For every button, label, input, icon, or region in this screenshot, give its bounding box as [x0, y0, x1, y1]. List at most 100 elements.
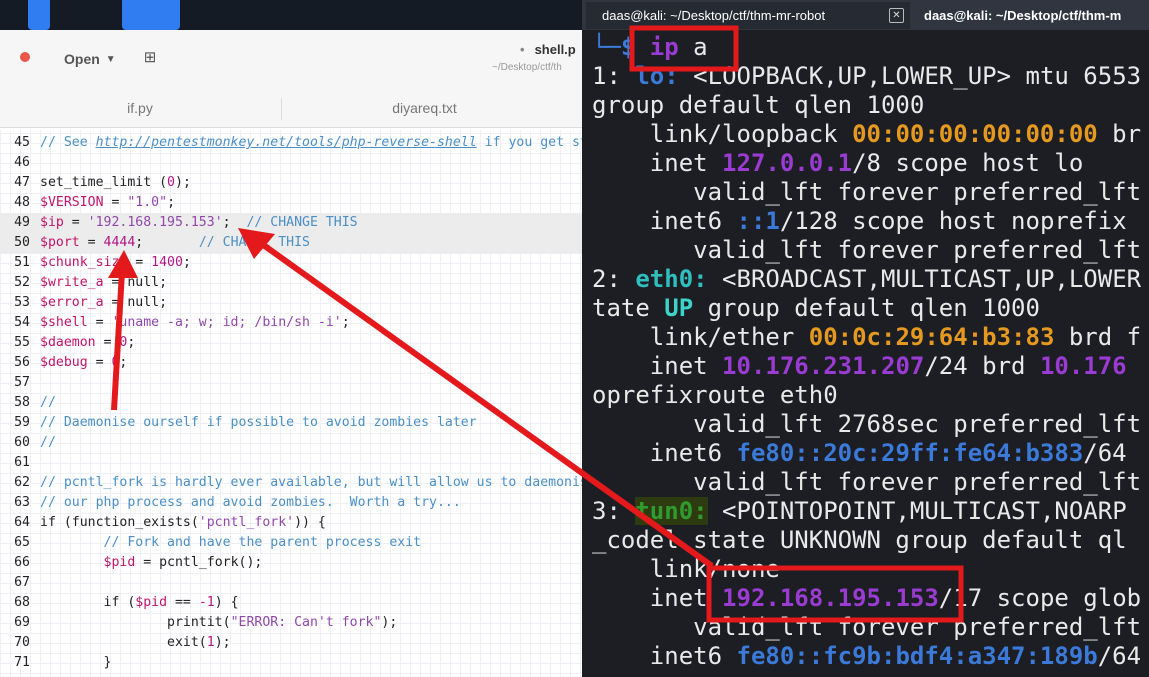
terminal-token: <POINTOPOINT,MULTICAST,NOARP	[707, 497, 1127, 525]
terminal-tab-1[interactable]: daas@kali: ~/Desktop/ctf/thm-mr-robot ✕	[586, 2, 910, 29]
code-token: set_time_limit (	[40, 175, 168, 190]
unsaved-dot-icon: •	[520, 42, 525, 57]
terminal-token: 00:0c:29:64:b3:83	[808, 323, 1055, 351]
code-token: //	[40, 395, 56, 410]
code-token: ;	[167, 195, 176, 210]
terminal-token: 1:	[592, 62, 636, 90]
code-line: 58 //	[0, 393, 582, 413]
terminal-line: valid_lft 2768sec preferred_lft	[592, 410, 1141, 439]
code-line: 47 set_time_limit (0);	[0, 173, 582, 193]
close-icon[interactable]: ✕	[889, 8, 904, 23]
document-title-text: shell.p	[534, 42, 576, 57]
code-token: $ip	[40, 215, 64, 230]
terminal-token: _codel state UNKNOWN group default ql	[592, 526, 1127, 554]
tab-if-py[interactable]: if.py	[0, 90, 280, 128]
code-token: // Daemonise ourself if possible to avoi…	[40, 415, 477, 430]
code-token: '192.168.195.153'	[87, 215, 223, 230]
code-token: 1	[206, 635, 215, 650]
app-logo-icon	[20, 52, 30, 62]
line-number: 46	[14, 155, 30, 170]
code-line: 66 $pid = pcntl_fork();	[0, 553, 582, 573]
code-token: =	[79, 235, 104, 250]
code-token: =	[87, 315, 112, 330]
terminal-token: lo:	[635, 62, 679, 90]
terminal-token: inet	[592, 352, 723, 380]
terminal-line: 2: eth0: <BROADCAST,MULTICAST,UP,LOWER	[592, 265, 1141, 294]
terminal-line: valid_lft forever preferred_lft	[592, 178, 1141, 207]
code-token: 4444	[103, 235, 136, 250]
terminal-token: <BROADCAST,MULTICAST,UP,LOWER	[707, 265, 1142, 293]
code-line: 52 $write_a = null;	[0, 273, 582, 293]
terminal-token: fe80::fc9b:bdf4:a347:189b	[736, 642, 1098, 670]
code-token: ) {	[214, 595, 239, 610]
terminal-line: _codel state UNKNOWN group default ql	[592, 526, 1127, 555]
code-line: 57	[0, 373, 582, 393]
line-number: 50	[14, 235, 30, 250]
terminal-token: /8 scope host lo	[852, 149, 1084, 177]
terminal-line: inet 127.0.0.1/8 scope host lo	[592, 149, 1083, 178]
terminal-token: valid_lft forever preferred_lft	[592, 236, 1142, 264]
terminal-line: link/ether 00:0c:29:64:b3:83 brd f	[592, 323, 1141, 352]
desktop-icon[interactable]	[122, 0, 180, 30]
code-line: 49 $ip = '192.168.195.153'; // CHANGE THI…	[0, 213, 582, 233]
tab-label: if.py	[127, 100, 153, 116]
code-token: =	[103, 195, 128, 210]
code-line: 60 //	[0, 433, 582, 453]
terminal-line: inet6 ::1/128 scope host noprefix	[592, 207, 1127, 236]
line-number: 69	[14, 615, 30, 630]
code-token: //	[40, 435, 56, 450]
code-line: 71 }	[0, 653, 582, 673]
code-line: 62 // pcntl_fork is hardly ever available…	[0, 473, 596, 493]
line-number: 45	[14, 135, 30, 150]
line-number: 47	[14, 175, 30, 190]
code-line: 64 if (function_exists('pcntl_fork')) {	[0, 513, 582, 533]
terminal-token: 10.176	[1039, 352, 1127, 380]
terminal-line: link/none	[592, 555, 780, 584]
terminal-line: oprefixroute eth0	[592, 381, 838, 410]
terminal-tab-2[interactable]: daas@kali: ~/Desktop/ctf/thm-m	[916, 2, 1149, 29]
code-line: 56 $debug = 0;	[0, 353, 582, 373]
code-token: ;	[222, 215, 247, 230]
terminal-token: tate	[592, 294, 665, 322]
open-button[interactable]: Open ▼	[52, 44, 128, 74]
terminal-token: link/loopback	[592, 120, 853, 148]
terminal-tab-2-title: daas@kali: ~/Desktop/ctf/thm-m	[924, 8, 1122, 23]
terminal-line: inet 192.168.195.153/17 scope glob	[592, 584, 1141, 613]
terminal-output[interactable]: └─$ ip a 1: lo: <LOOPBACK,UP,LOWER_UP> mt…	[582, 30, 1149, 677]
terminal-window: daas@kali: ~/Desktop/ctf/thm-mr-robot ✕ …	[582, 0, 1149, 677]
chevron-down-icon: ▼	[105, 53, 116, 65]
line-number: 54	[14, 315, 30, 330]
code-view[interactable]: 45 // See http://pentestmonkey.net/tools/…	[0, 130, 596, 677]
terminal-token: valid_lft forever preferred_lft	[592, 613, 1142, 641]
code-token: ==	[167, 595, 199, 610]
terminal-prompt-line: └─$ ip a	[592, 33, 708, 62]
code-token: =	[63, 215, 88, 230]
line-number: 67	[14, 575, 30, 590]
terminal-token: 2:	[592, 265, 636, 293]
code-line: 45 // See http://pentestmonkey.net/tools/…	[0, 133, 596, 153]
terminal-token: eth0:	[635, 265, 708, 293]
code-line: 55 $daemon = 0;	[0, 333, 582, 353]
terminal-line: 3: tun0: <POINTOPOINT,MULTICAST,NOARP	[592, 497, 1127, 526]
tab-label: diyareq.txt	[392, 100, 457, 116]
terminal-token: UP	[664, 294, 694, 322]
new-document-icon[interactable]: ⊞	[140, 48, 160, 68]
terminal-token: 3:	[592, 497, 636, 525]
tab-diyareq-txt[interactable]: diyareq.txt	[282, 90, 567, 128]
terminal-token: /64	[1083, 439, 1127, 467]
terminal-line: inet6 fe80::fc9b:bdf4:a347:189b/64	[592, 642, 1141, 671]
terminal-token: /17 scope glob	[938, 584, 1142, 612]
code-token: )) {	[294, 515, 326, 530]
terminal-tabbar: daas@kali: ~/Desktop/ctf/thm-mr-robot ✕ …	[582, 0, 1149, 30]
code-token: $debug	[40, 355, 88, 370]
line-number: 68	[14, 595, 30, 610]
screenshot-root: Open ▼ ⊞ • shell.p ~/Desktop/ctf/th if.py…	[0, 0, 1149, 677]
code-token: =	[87, 355, 112, 370]
editor-header: Open ▼ ⊞ • shell.p ~/Desktop/ctf/th	[0, 30, 582, 90]
document-title: • shell.p	[520, 42, 576, 57]
code-line: 61	[0, 453, 582, 473]
desktop-icon[interactable]	[28, 0, 50, 30]
line-number: 64	[14, 515, 30, 530]
code-line: 68 if ($pid == -1) {	[0, 593, 582, 613]
line-number: 70	[14, 635, 30, 650]
